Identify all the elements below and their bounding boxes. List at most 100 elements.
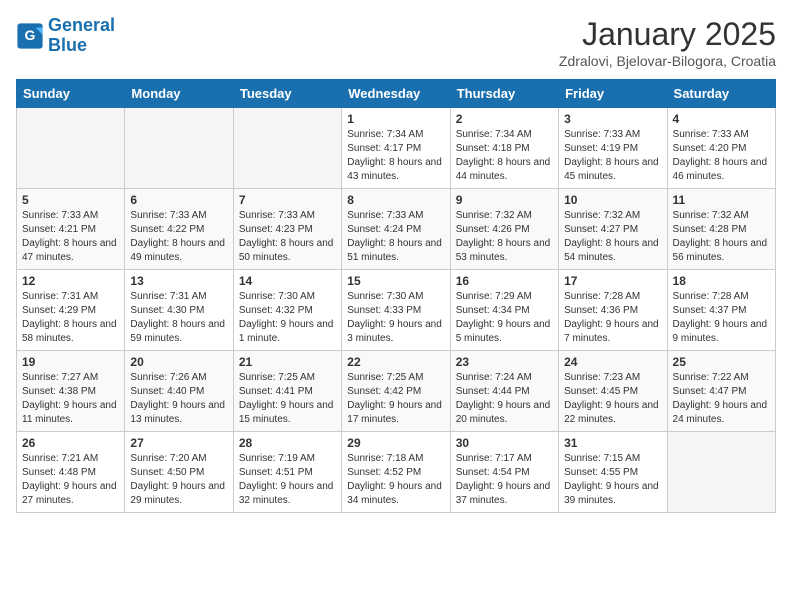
day-info: Sunrise: 7:32 AM Sunset: 4:27 PM Dayligh… [564, 209, 661, 265]
day-info: Sunrise: 7:18 AM Sunset: 4:52 PM Dayligh… [347, 452, 444, 508]
day-number: 14 [239, 274, 336, 288]
calendar-cell: 9Sunrise: 7:32 AM Sunset: 4:26 PM Daylig… [450, 189, 558, 270]
calendar-week-row: 1Sunrise: 7:34 AM Sunset: 4:17 PM Daylig… [17, 108, 776, 189]
day-number: 18 [673, 274, 770, 288]
day-number: 6 [130, 193, 227, 207]
weekday-header: Monday [125, 80, 233, 108]
day-info: Sunrise: 7:28 AM Sunset: 4:37 PM Dayligh… [673, 290, 770, 346]
calendar-cell: 11 Sunrise: 7:32 AM Sunset: 4:28 PM Dayli… [667, 189, 775, 270]
calendar-cell: 26 Sunrise: 7:21 AM Sunset: 4:48 PM Dayli… [17, 432, 125, 513]
calendar-cell: 3 Sunrise: 7:33 AM Sunset: 4:19 PM Daylig… [559, 108, 667, 189]
day-number: 30 [456, 436, 553, 450]
day-number: 19 [22, 355, 119, 369]
calendar-week-row: 5 Sunrise: 7:33 AM Sunset: 4:21 PM Daylig… [17, 189, 776, 270]
calendar-cell: 29Sunrise: 7:18 AM Sunset: 4:52 PM Dayli… [342, 432, 450, 513]
day-info: Sunrise: 7:30 AM Sunset: 4:32 PM Dayligh… [239, 290, 336, 346]
day-number: 4 [673, 112, 770, 126]
calendar-cell: 20 Sunrise: 7:26 AM Sunset: 4:40 PM Dayli… [125, 351, 233, 432]
calendar-cell: 22 Sunrise: 7:25 AM Sunset: 4:42 PM Dayli… [342, 351, 450, 432]
svg-text:G: G [25, 27, 36, 43]
calendar-cell [125, 108, 233, 189]
day-number: 3 [564, 112, 661, 126]
day-info: Sunrise: 7:33 AM Sunset: 4:19 PM Dayligh… [564, 128, 661, 184]
day-number: 15 [347, 274, 444, 288]
day-info: Sunrise: 7:30 AM Sunset: 4:33 PM Dayligh… [347, 290, 444, 346]
day-number: 9 [456, 193, 553, 207]
day-number: 26 [22, 436, 119, 450]
day-info: Sunrise: 7:22 AM Sunset: 4:47 PM Dayligh… [673, 371, 770, 427]
calendar-cell: 16 Sunrise: 7:29 AM Sunset: 4:34 PM Dayli… [450, 270, 558, 351]
day-info: Sunrise: 7:23 AM Sunset: 4:45 PM Dayligh… [564, 371, 661, 427]
day-info: Sunrise: 7:31 AM Sunset: 4:30 PM Dayligh… [130, 290, 227, 346]
day-info: Sunrise: 7:33 AM Sunset: 4:23 PM Dayligh… [239, 209, 336, 265]
logo-icon: G [16, 22, 44, 50]
day-number: 12 [22, 274, 119, 288]
day-info: Sunrise: 7:17 AM Sunset: 4:54 PM Dayligh… [456, 452, 553, 508]
day-number: 17 [564, 274, 661, 288]
calendar-title: January 2025 [559, 16, 776, 53]
calendar-week-row: 26 Sunrise: 7:21 AM Sunset: 4:48 PM Dayli… [17, 432, 776, 513]
calendar-cell: 19Sunrise: 7:27 AM Sunset: 4:38 PM Dayli… [17, 351, 125, 432]
day-number: 13 [130, 274, 227, 288]
day-info: Sunrise: 7:28 AM Sunset: 4:36 PM Dayligh… [564, 290, 661, 346]
calendar-cell [17, 108, 125, 189]
day-info: Sunrise: 7:25 AM Sunset: 4:41 PM Dayligh… [239, 371, 336, 427]
calendar-table: SundayMondayTuesdayWednesdayThursdayFrid… [16, 79, 776, 513]
weekday-header: Saturday [667, 80, 775, 108]
day-info: Sunrise: 7:29 AM Sunset: 4:34 PM Dayligh… [456, 290, 553, 346]
day-number: 20 [130, 355, 227, 369]
calendar-cell: 10Sunrise: 7:32 AM Sunset: 4:27 PM Dayli… [559, 189, 667, 270]
calendar-cell: 21Sunrise: 7:25 AM Sunset: 4:41 PM Dayli… [233, 351, 341, 432]
day-number: 7 [239, 193, 336, 207]
calendar-week-row: 19Sunrise: 7:27 AM Sunset: 4:38 PM Dayli… [17, 351, 776, 432]
day-number: 11 [673, 193, 770, 207]
day-info: Sunrise: 7:26 AM Sunset: 4:40 PM Dayligh… [130, 371, 227, 427]
day-number: 5 [22, 193, 119, 207]
calendar-cell: 12 Sunrise: 7:31 AM Sunset: 4:29 PM Dayli… [17, 270, 125, 351]
weekday-header: Tuesday [233, 80, 341, 108]
day-number: 27 [130, 436, 227, 450]
day-number: 23 [456, 355, 553, 369]
day-info: Sunrise: 7:19 AM Sunset: 4:51 PM Dayligh… [239, 452, 336, 508]
weekday-header: Wednesday [342, 80, 450, 108]
calendar-cell [233, 108, 341, 189]
calendar-cell: 18 Sunrise: 7:28 AM Sunset: 4:37 PM Dayli… [667, 270, 775, 351]
calendar-cell: 4Sunrise: 7:33 AM Sunset: 4:20 PM Daylig… [667, 108, 775, 189]
logo: G GeneralBlue [16, 16, 115, 56]
calendar-cell: 23 Sunrise: 7:24 AM Sunset: 4:44 PM Dayli… [450, 351, 558, 432]
calendar-cell: 28 Sunrise: 7:19 AM Sunset: 4:51 PM Dayli… [233, 432, 341, 513]
day-number: 1 [347, 112, 444, 126]
day-info: Sunrise: 7:21 AM Sunset: 4:48 PM Dayligh… [22, 452, 119, 508]
calendar-cell: 17 Sunrise: 7:28 AM Sunset: 4:36 PM Dayli… [559, 270, 667, 351]
day-number: 22 [347, 355, 444, 369]
day-info: Sunrise: 7:32 AM Sunset: 4:28 PM Dayligh… [673, 209, 770, 265]
day-number: 16 [456, 274, 553, 288]
weekday-header: Thursday [450, 80, 558, 108]
day-info: Sunrise: 7:25 AM Sunset: 4:42 PM Dayligh… [347, 371, 444, 427]
day-info: Sunrise: 7:34 AM Sunset: 4:18 PM Dayligh… [456, 128, 553, 184]
day-info: Sunrise: 7:33 AM Sunset: 4:21 PM Dayligh… [22, 209, 119, 265]
calendar-cell: 30 Sunrise: 7:17 AM Sunset: 4:54 PM Dayli… [450, 432, 558, 513]
calendar-cell: 27 Sunrise: 7:20 AM Sunset: 4:50 PM Dayli… [125, 432, 233, 513]
calendar-cell: 7 Sunrise: 7:33 AM Sunset: 4:23 PM Daylig… [233, 189, 341, 270]
day-number: 24 [564, 355, 661, 369]
day-info: Sunrise: 7:33 AM Sunset: 4:24 PM Dayligh… [347, 209, 444, 265]
calendar-week-row: 12 Sunrise: 7:31 AM Sunset: 4:29 PM Dayli… [17, 270, 776, 351]
calendar-cell: 24 Sunrise: 7:23 AM Sunset: 4:45 PM Dayli… [559, 351, 667, 432]
day-number: 2 [456, 112, 553, 126]
day-number: 25 [673, 355, 770, 369]
calendar-cell: 15 Sunrise: 7:30 AM Sunset: 4:33 PM Dayli… [342, 270, 450, 351]
logo-text: GeneralBlue [48, 16, 115, 56]
title-block: January 2025 Zdralovi, Bjelovar-Bilogora… [559, 16, 776, 69]
day-info: Sunrise: 7:33 AM Sunset: 4:22 PM Dayligh… [130, 209, 227, 265]
day-number: 28 [239, 436, 336, 450]
weekday-header: Sunday [17, 80, 125, 108]
day-info: Sunrise: 7:31 AM Sunset: 4:29 PM Dayligh… [22, 290, 119, 346]
day-number: 8 [347, 193, 444, 207]
calendar-subtitle: Zdralovi, Bjelovar-Bilogora, Croatia [559, 53, 776, 69]
calendar-cell: 2 Sunrise: 7:34 AM Sunset: 4:18 PM Daylig… [450, 108, 558, 189]
calendar-cell: 5 Sunrise: 7:33 AM Sunset: 4:21 PM Daylig… [17, 189, 125, 270]
day-info: Sunrise: 7:24 AM Sunset: 4:44 PM Dayligh… [456, 371, 553, 427]
day-number: 31 [564, 436, 661, 450]
day-info: Sunrise: 7:20 AM Sunset: 4:50 PM Dayligh… [130, 452, 227, 508]
